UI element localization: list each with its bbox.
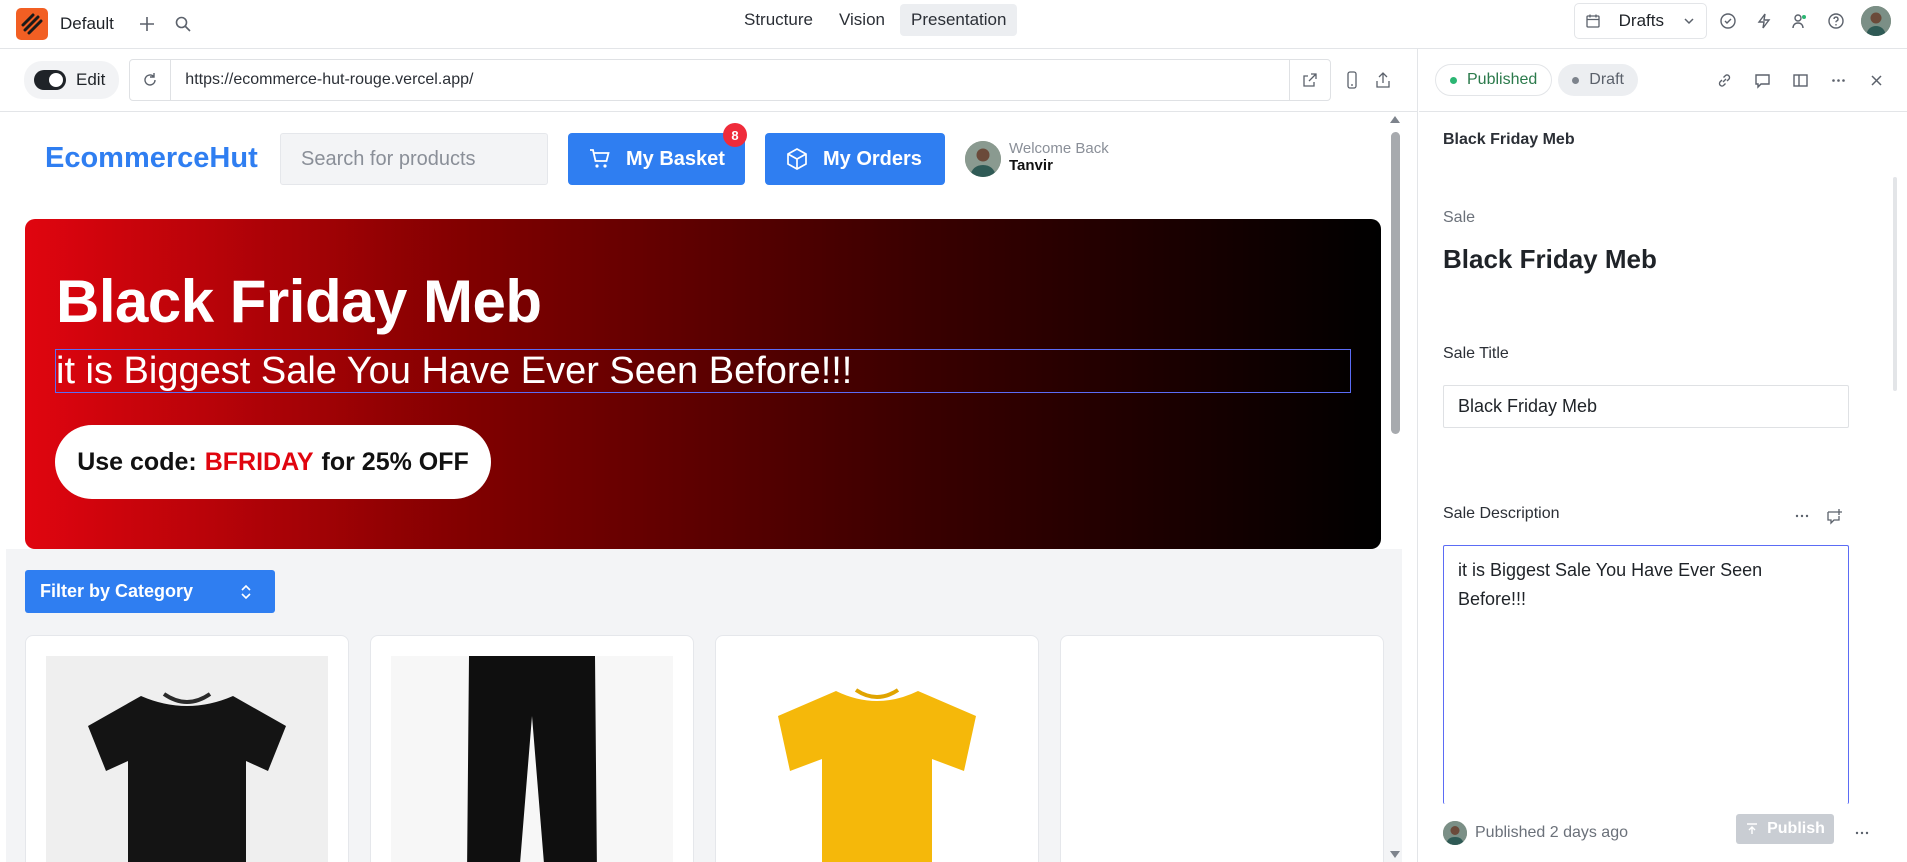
panel-header: Published Draft	[1419, 49, 1907, 112]
document-type: Sale	[1443, 209, 1476, 226]
panel-actions	[1709, 65, 1891, 95]
scrollbar-thumb[interactable]	[1391, 132, 1400, 434]
mobile-icon[interactable]	[1341, 65, 1362, 95]
package-icon	[787, 148, 807, 170]
orders-label: My Orders	[823, 147, 922, 170]
publisher-avatar	[1443, 821, 1467, 845]
panel-scrollbar[interactable]	[1893, 177, 1897, 391]
share-icon[interactable]	[1373, 65, 1394, 95]
sale-title-input[interactable]: Black Friday Meb	[1443, 385, 1849, 428]
user-avatar[interactable]	[1861, 6, 1891, 36]
url-field[interactable]: https://ecommerce-hut-rouge.vercel.app/	[170, 60, 1291, 100]
scroll-up-icon[interactable]	[1390, 116, 1400, 123]
document-heading: Black Friday Meb	[1443, 244, 1657, 274]
sale-description-textarea[interactable]: it is Biggest Sale You Have Ever Seen Be…	[1443, 545, 1849, 804]
document-panel: Published Draft Black Friday Meb Sale Bl…	[1419, 49, 1907, 862]
sale-description-label: Sale Description	[1443, 505, 1560, 522]
publish-button[interactable]: Publish	[1736, 814, 1834, 844]
scroll-down-icon[interactable]	[1390, 851, 1400, 858]
published-label: Published	[1467, 71, 1538, 88]
panel-footer: Published 2 days ago Publish	[1419, 804, 1907, 862]
users-icon[interactable]	[1785, 6, 1815, 36]
draft-label: Draft	[1589, 71, 1624, 88]
cart-icon	[590, 149, 610, 168]
topbar-right: Drafts	[1573, 3, 1891, 39]
published-dot-icon	[1450, 76, 1457, 84]
site-search-input[interactable]: Search for products	[280, 133, 548, 185]
welcome-name: Tanvir	[1009, 157, 1053, 174]
studio-logo[interactable]	[16, 8, 48, 40]
my-orders-button[interactable]: My Orders	[765, 133, 945, 185]
sale-hero-banner: Black Friday Meb it is Biggest Sale You …	[25, 219, 1381, 549]
edit-label: Edit	[76, 70, 106, 89]
drafts-label: Drafts	[1618, 11, 1664, 30]
comment-icon[interactable]	[1747, 65, 1777, 95]
sale-title-label: Sale Title	[1443, 345, 1509, 362]
search-icon[interactable]	[168, 9, 198, 39]
publish-status: Published 2 days ago	[1475, 824, 1628, 841]
hero-title[interactable]: Black Friday Meb	[56, 267, 542, 336]
welcome-avatar[interactable]	[965, 141, 1001, 177]
welcome-block: Welcome Back Tanvir	[1009, 140, 1109, 174]
add-icon[interactable]	[132, 9, 162, 39]
lightning-icon[interactable]	[1749, 6, 1779, 36]
site-brand[interactable]: EcommerceHut	[45, 142, 258, 175]
site-preview: EcommerceHut Search for products My Bask…	[6, 112, 1402, 862]
basket-label: My Basket	[626, 147, 725, 170]
drafts-dropdown[interactable]: Drafts	[1573, 3, 1707, 39]
chevron-down-icon	[1684, 18, 1694, 25]
product-card[interactable]	[25, 635, 349, 862]
product-image-black-pants	[391, 656, 673, 862]
publish-more-icon[interactable]	[1850, 821, 1874, 845]
calendar-icon	[1586, 14, 1600, 28]
promo-code: BFRIDAY	[204, 447, 314, 476]
studio-topbar: Default Structure Vision Presentation Dr…	[0, 0, 1907, 49]
open-external-icon[interactable]	[1290, 65, 1330, 95]
preview-scrollbar[interactable]	[1388, 112, 1402, 862]
product-card[interactable]	[370, 635, 694, 862]
publish-label: Publish	[1767, 820, 1825, 837]
workspace-name[interactable]: Default	[60, 14, 114, 34]
logo-icon	[21, 13, 43, 35]
split-pane-icon[interactable]	[1785, 65, 1815, 95]
draft-tab[interactable]: Draft	[1558, 64, 1638, 96]
promo-code-pill: Use code: BFRIDAY for 25% OFF	[55, 425, 491, 499]
product-image-yellow-tshirt	[736, 656, 1018, 862]
field-more-icon[interactable]	[1790, 504, 1814, 528]
close-icon[interactable]	[1861, 65, 1891, 95]
published-tab[interactable]: Published	[1435, 64, 1553, 96]
draft-dot-icon	[1572, 76, 1580, 84]
filter-label: Filter by Category	[40, 581, 194, 601]
product-card[interactable]	[1060, 635, 1384, 862]
more-icon[interactable]	[1823, 65, 1853, 95]
document-title: Black Friday Meb	[1443, 131, 1575, 148]
basket-count-badge: 8	[723, 123, 747, 147]
edit-switch[interactable]	[34, 70, 66, 90]
code-suffix: for 25% OFF	[321, 447, 469, 476]
url-box: https://ecommerce-hut-rouge.vercel.app/	[129, 59, 1332, 101]
reload-icon[interactable]	[130, 65, 170, 95]
tab-vision[interactable]: Vision	[828, 4, 896, 36]
add-comment-icon[interactable]	[1822, 504, 1846, 528]
product-card[interactable]	[715, 635, 1039, 862]
my-basket-button[interactable]: My Basket 8	[568, 123, 747, 185]
hero-description[interactable]: it is Biggest Sale You Have Ever Seen Be…	[55, 349, 1351, 393]
filter-by-category-button[interactable]: Filter by Category	[25, 570, 275, 613]
chevron-up-down-icon	[241, 584, 251, 599]
preview-toolbar: Edit https://ecommerce-hut-rouge.vercel.…	[0, 49, 1418, 112]
tab-structure[interactable]: Structure	[733, 4, 824, 36]
link-icon[interactable]	[1709, 65, 1739, 95]
code-prefix: Use code:	[77, 447, 197, 476]
preview-pane: Edit https://ecommerce-hut-rouge.vercel.…	[0, 49, 1418, 862]
edit-toggle[interactable]: Edit	[24, 61, 120, 99]
main-nav: Structure Vision Presentation	[733, 4, 1018, 36]
help-icon[interactable]	[1821, 6, 1851, 36]
check-circle-icon[interactable]	[1713, 6, 1743, 36]
tab-presentation[interactable]: Presentation	[899, 4, 1018, 36]
product-image-black-tshirt	[46, 656, 328, 862]
welcome-text: Welcome Back	[1009, 140, 1109, 157]
publish-icon	[1747, 823, 1758, 834]
